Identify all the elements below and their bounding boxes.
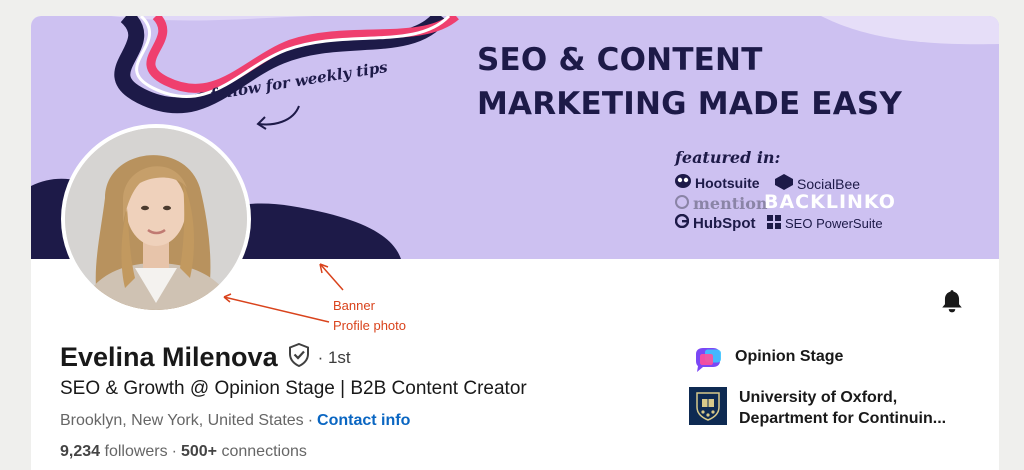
separator-dot: ·: [307, 412, 314, 429]
connection-degree: · 1st: [317, 347, 351, 367]
profile-photo-annotation-label: Profile photo: [333, 318, 406, 333]
current-company-link[interactable]: Opinion Stage: [693, 346, 965, 379]
location-row: Brooklyn, New York, United States · Cont…: [60, 412, 410, 430]
profile-card: follow for weekly tips SEO & CONTENT MAR…: [31, 16, 999, 470]
followers-stat[interactable]: 9,234 followers: [60, 443, 168, 461]
profile-name-row: Evelina Milenova · 1st: [60, 342, 351, 373]
connections-stat[interactable]: 500+ connections: [181, 443, 307, 461]
company-name: Opinion Stage: [735, 348, 844, 365]
profile-name: Evelina Milenova: [60, 342, 278, 372]
bell-icon: [942, 290, 962, 313]
banner-annotation-label: Banner: [333, 298, 375, 313]
school-name: University of Oxford, Department for Con…: [739, 389, 947, 427]
stats-row: 9,234 followers · 500+ connections: [60, 443, 307, 461]
profile-headline: SEO & Growth @ Opinion Stage | B2B Conte…: [60, 378, 527, 399]
opinion-stage-logo-icon: [693, 346, 723, 379]
profile-location: Brooklyn, New York, United States: [60, 412, 304, 429]
oxford-crest-icon: [689, 387, 727, 425]
education-link[interactable]: University of Oxford, Department for Con…: [689, 387, 969, 429]
notification-bell-button[interactable]: [939, 288, 965, 319]
contact-info-link[interactable]: Contact info: [317, 412, 410, 430]
separator-dot: ·: [171, 443, 177, 460]
verified-shield-icon[interactable]: [288, 342, 310, 372]
